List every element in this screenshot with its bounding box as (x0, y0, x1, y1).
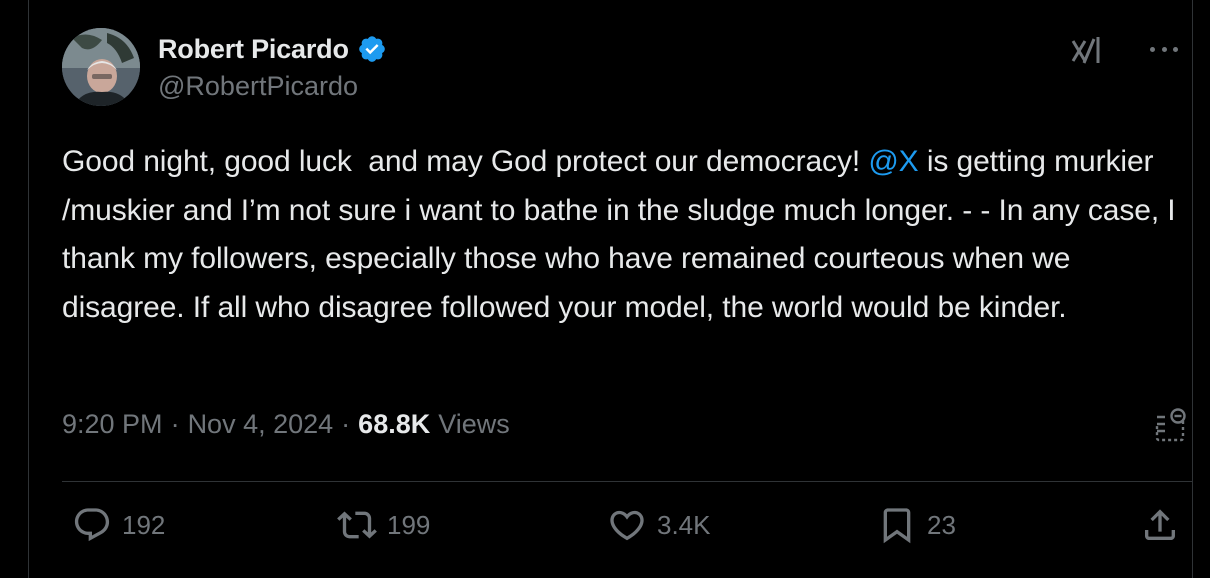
share-button[interactable] (1140, 505, 1180, 545)
display-name[interactable]: Robert Picardo (158, 34, 349, 65)
mention-link[interactable]: @X (868, 145, 918, 178)
reply-count: 192 (122, 509, 166, 540)
reply-button[interactable]: 192 (72, 505, 165, 545)
share-icon (1145, 509, 1175, 540)
user-avatar-photo (62, 28, 140, 106)
tweet-date[interactable]: Nov 4, 2024 (188, 409, 334, 440)
tweet-actions: 192 199 3.4K 23 (62, 505, 1192, 555)
meta-separator: · (341, 409, 351, 439)
bookmark-button[interactable]: 23 (877, 505, 956, 545)
tweet-text-part-1: Good night, good luck and may God protec… (62, 145, 869, 178)
retweet-button[interactable]: 199 (337, 505, 430, 545)
views-count: 68.8K (358, 409, 431, 439)
retweet-icon (337, 511, 377, 539)
meta-separator: · (170, 409, 180, 439)
like-count: 3.4K (657, 509, 711, 540)
avatar[interactable] (62, 28, 140, 106)
user-handle[interactable]: @RobertPicardo (158, 71, 387, 102)
verified-badge-icon[interactable] (357, 34, 387, 64)
grok-icon[interactable] (1070, 33, 1104, 67)
heart-icon (610, 510, 644, 541)
left-frame-border (28, 0, 29, 578)
tweet-meta: 9:20 PM · Nov 4, 2024 · 68.8K Views (62, 409, 510, 440)
like-button[interactable]: 3.4K (607, 505, 711, 545)
more-options-icon[interactable] (1146, 36, 1182, 62)
bookmark-count: 23 (927, 509, 956, 540)
retweet-count: 199 (387, 509, 431, 540)
views-label: Views (438, 409, 510, 439)
reply-icon (74, 508, 110, 542)
bookmark-icon (883, 508, 911, 544)
actions-divider (62, 481, 1193, 482)
analytics-icon[interactable] (1154, 408, 1190, 444)
tweet-text: Good night, good luck and may God protec… (62, 138, 1197, 332)
tweet-time[interactable]: 9:20 PM (62, 409, 163, 440)
tweet-header: Robert Picardo @RobertPicardo (62, 28, 1182, 108)
